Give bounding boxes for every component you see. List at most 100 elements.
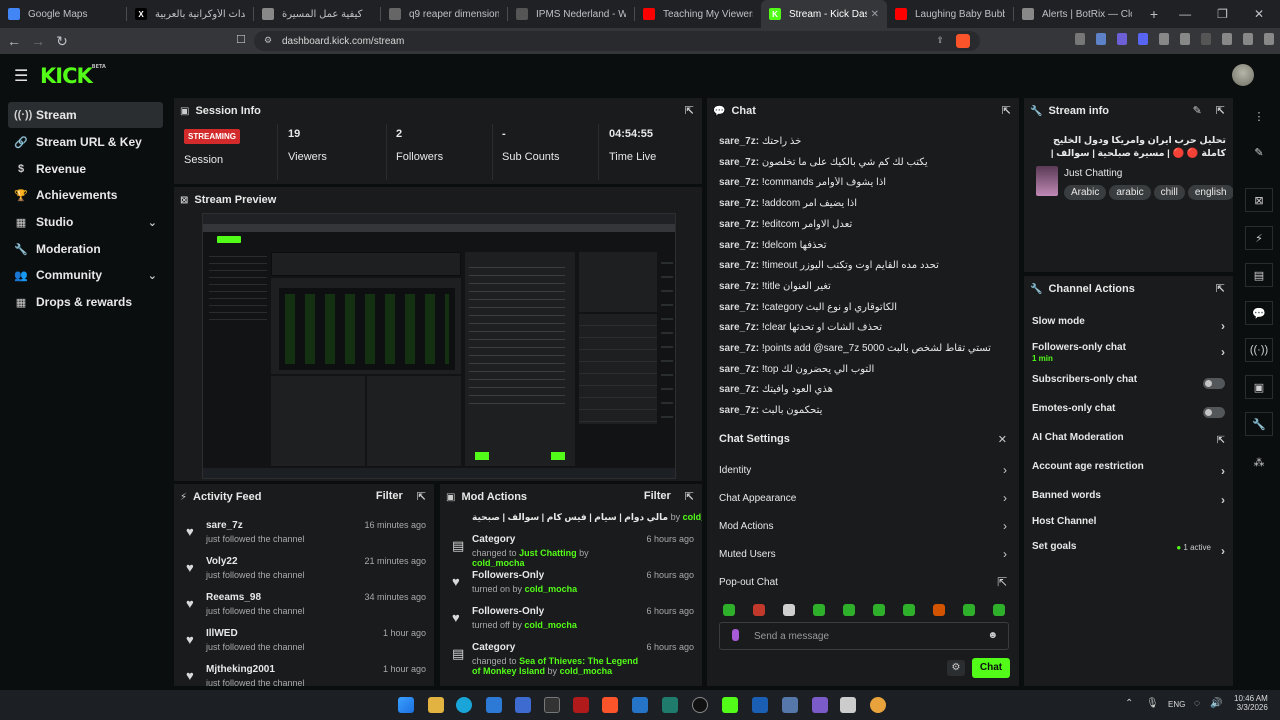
emote-icon[interactable] (933, 604, 945, 616)
mod-action-user[interactable]: cold_mocha (472, 558, 525, 568)
clock[interactable]: 10:46 AM 3/3/2026 (1234, 694, 1268, 712)
word-icon[interactable] (752, 697, 768, 713)
popout-icon[interactable]: ⇱ (1002, 104, 1011, 117)
toggle-switch[interactable] (1203, 407, 1225, 418)
avatar[interactable] (1232, 64, 1254, 86)
microphone-tray-icon[interactable]: 🎙 (1146, 698, 1159, 709)
emote-icon[interactable] (753, 604, 765, 616)
extension-icon[interactable] (1159, 33, 1169, 45)
file-explorer-icon[interactable] (428, 697, 444, 713)
emote-icon[interactable] (813, 604, 825, 616)
channel-action-banned-words[interactable]: Banned words › (1032, 490, 1225, 512)
sidebar-toggle-icon[interactable] (1243, 33, 1253, 45)
follower-name[interactable]: sare_7z (206, 520, 243, 531)
sidebar-item-drops-rewards[interactable]: ▦ Drops & rewards (8, 289, 163, 315)
popout-icon[interactable]: ⇱ (1216, 282, 1225, 295)
brave-icon[interactable] (602, 697, 618, 713)
chat-setting-mod-actions[interactable]: Mod Actions › (719, 515, 1007, 537)
chat-username[interactable]: sare_7z: (719, 260, 759, 271)
browser-tab[interactable]: q9 reaper dimensions - Go (381, 0, 507, 28)
more-icon[interactable]: ⋮ (1245, 104, 1273, 128)
chat-toggle-icon[interactable]: 💬 (1245, 301, 1273, 325)
follower-name[interactable]: IllWED (206, 628, 238, 639)
edge-icon[interactable] (456, 697, 472, 713)
channel-action-followers-only-chat[interactable]: Followers-only chat 1 min › (1032, 342, 1225, 364)
wrench-toggle-icon[interactable]: 🔧 (1245, 412, 1273, 436)
mod-action-user[interactable]: cold_mocha (525, 584, 578, 594)
follower-name[interactable]: Reeams_98 (206, 592, 261, 603)
emote-icon[interactable] (963, 604, 975, 616)
stream-category[interactable]: Just Chatting (1064, 168, 1122, 179)
settings-dots-icon[interactable]: ⁂ (1245, 450, 1273, 474)
sidebar-item-stream[interactable]: ((·)) Stream (8, 102, 163, 128)
kick-taskbar-icon[interactable] (722, 697, 738, 713)
browser-tab[interactable]: كيفية عمل المسيرة (254, 0, 380, 28)
chat-setting-pop-out-chat[interactable]: Pop-out Chat ⇱ (719, 571, 1007, 593)
mod-top-user[interactable]: cold_mocha (683, 512, 702, 522)
chevron-down-icon[interactable]: ⌄ (148, 269, 157, 282)
emote-icon[interactable] (993, 604, 1005, 616)
app-icon[interactable] (782, 697, 798, 713)
url-field[interactable]: ⚙ dashboard.kick.com/stream ⇪ (254, 31, 980, 51)
hamburger-menu-icon[interactable]: ☰ (14, 66, 28, 86)
discord-icon[interactable] (1138, 33, 1148, 45)
close-tab-icon[interactable]: ✕ (871, 9, 879, 20)
language-indicator[interactable]: ENG (1168, 700, 1185, 709)
broadcast-icon[interactable]: ((·)) (1245, 338, 1273, 362)
chat-username[interactable]: sare_7z: (719, 136, 759, 147)
chat-input-box[interactable]: Send a message ☻ (719, 622, 1009, 650)
mod-actions-toggle-icon[interactable]: ▣ (1245, 375, 1273, 399)
toggle-switch[interactable] (1203, 378, 1225, 389)
app-icon[interactable] (812, 697, 828, 713)
popout-icon[interactable]: ⇱ (685, 490, 694, 503)
kick-logo[interactable]: KICKBETA (40, 64, 106, 88)
windows-start-icon[interactable] (398, 697, 414, 713)
app-icon[interactable] (662, 697, 678, 713)
network-icon[interactable]: ◌ (1194, 698, 1200, 709)
app-icon[interactable] (573, 697, 589, 713)
app-icon[interactable] (632, 697, 648, 713)
follower-name[interactable]: Mjtheking2001 (206, 664, 275, 675)
emote-icon[interactable] (903, 604, 915, 616)
sidebar-item-moderation[interactable]: 🔧 Moderation (8, 236, 163, 262)
close-window-icon[interactable]: ✕ (1254, 7, 1264, 21)
chat-username[interactable]: sare_7z: (719, 384, 759, 395)
mod-filter-button[interactable]: Filter (644, 490, 671, 503)
chat-username[interactable]: sare_7z: (719, 405, 759, 416)
sidebar-item-studio[interactable]: ▦ Studio ⌄ (8, 209, 163, 235)
chat-username[interactable]: sare_7z: (719, 281, 759, 292)
channel-action-account-age-restriction[interactable]: Account age restriction › (1032, 461, 1225, 483)
stream-tag[interactable]: Arabic (1064, 185, 1107, 200)
popout-icon[interactable]: ⇱ (1216, 104, 1225, 117)
document-icon[interactable]: ▤ (1245, 263, 1273, 287)
back-icon[interactable]: ← (4, 33, 24, 49)
browser-tab[interactable]: X الأحداث الأوكرانية بالعربية (@ (127, 0, 253, 28)
emote-icon[interactable] (843, 604, 855, 616)
browser-tab[interactable]: Alerts | BotRix — Cloud St (1014, 0, 1140, 28)
site-info-icon[interactable]: ⚙ (264, 35, 272, 46)
chevron-down-icon[interactable]: ⌄ (148, 216, 157, 229)
browser-tab[interactable]: Teaching My Viewers How (635, 0, 761, 28)
sidebar-item-community[interactable]: 👥 Community ⌄ (8, 262, 163, 288)
menu-icon[interactable] (1264, 33, 1274, 45)
sidebar-item-achievements[interactable]: 🏆 Achievements (8, 182, 163, 208)
chat-username[interactable]: sare_7z: (719, 364, 759, 375)
extension-icon[interactable] (1096, 33, 1106, 45)
maximize-icon[interactable]: ❐ (1217, 7, 1228, 21)
bookmark-icon[interactable]: ☐ (236, 33, 246, 46)
brave-shields-icon[interactable] (956, 34, 970, 48)
chat-settings-gear-icon[interactable]: ⚙ (947, 660, 965, 676)
preview-toggle-icon[interactable]: ⊠ (1245, 188, 1273, 212)
browser-tab[interactable]: K Stream - Kick Dashbo ✕ (761, 0, 887, 28)
chat-username[interactable]: sare_7z: (719, 198, 759, 209)
terminal-icon[interactable] (544, 697, 560, 713)
chat-username[interactable]: sare_7z: (719, 322, 759, 333)
browser-tab[interactable]: Google Maps (0, 0, 126, 28)
app-icon[interactable] (486, 697, 502, 713)
activity-filter-button[interactable]: Filter (376, 490, 403, 503)
channel-action-ai-chat-moderation[interactable]: AI Chat Moderation ⇱ (1032, 432, 1225, 454)
chat-username[interactable]: sare_7z: (719, 157, 759, 168)
volume-icon[interactable]: 🔊 (1210, 698, 1222, 709)
activity-toggle-icon[interactable]: ⚡ (1245, 226, 1273, 250)
sidebar-item-stream-url-key[interactable]: 🔗 Stream URL & Key (8, 129, 163, 155)
